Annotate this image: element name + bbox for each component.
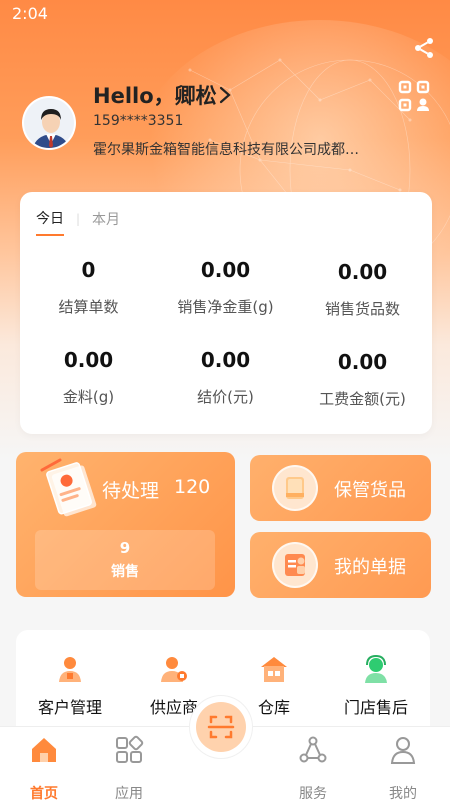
menu-label: 门店售后 (343, 698, 408, 717)
supplier-icon (161, 657, 187, 682)
status-time: 2:04 (12, 4, 48, 23)
user-greeting[interactable]: Hello，卿松 (93, 80, 217, 110)
stat-gold-material: 0.00 金料(g) (20, 348, 157, 407)
pending-title: 待处理 (102, 480, 160, 502)
after-sales-icon (365, 654, 387, 683)
warehouse-icon (261, 657, 287, 682)
custody-goods-button[interactable]: 保管货品 (250, 455, 431, 521)
pending-sales-count: 9 (119, 539, 131, 557)
stat-value: 0.00 (63, 348, 114, 372)
stat-label: 销售货品数 (324, 300, 400, 318)
my-documents-button[interactable]: 我的单据 (250, 532, 431, 598)
stat-label: 工费金额(元) (319, 390, 406, 408)
service-icon (299, 736, 327, 763)
stat-settlement-count: 0 结算单数 (20, 258, 157, 317)
stats-card: 今日 | 本月 0 结算单数 0.00 销售净金重(g) 0.00 销售货品数 … (20, 192, 432, 434)
document-icon (40, 458, 97, 517)
my-documents-icon (272, 542, 318, 588)
stat-label: 结算单数 (58, 298, 119, 316)
pending-count: 120 (174, 476, 211, 498)
custody-goods-icon (272, 465, 318, 511)
tab-label: 我的 (389, 786, 417, 800)
stat-sales-goods-count: 0.00 销售货品数 (294, 260, 431, 319)
stat-label: 金料(g) (62, 388, 115, 406)
stat-label: 结价(元) (197, 388, 254, 406)
user-phone: 159****3351 (93, 113, 184, 129)
stat-value: 0.00 (200, 258, 251, 282)
tab-service[interactable]: 服务 (278, 735, 348, 800)
stat-settlement-price: 0.00 结价(元) (157, 348, 294, 407)
tab-label: 首页 (30, 786, 58, 800)
stat-value: 0 (81, 258, 96, 282)
stat-sales-net-gold-weight: 0.00 销售净金重(g) (157, 258, 294, 317)
pending-sales-label: 销售 (111, 564, 139, 580)
tab-apps[interactable]: 应用 (94, 735, 164, 800)
company-name: 霍尔果斯金箱智能信息科技有限公司成都… (93, 142, 359, 158)
stat-value: 0.00 (337, 260, 388, 284)
stat-value: 0.00 (337, 350, 388, 374)
qr-code-icon[interactable] (398, 80, 430, 112)
stat-value: 0.00 (200, 348, 251, 372)
profile-icon (390, 737, 416, 764)
tab-home[interactable]: 首页 (9, 735, 79, 800)
apps-icon (116, 735, 144, 763)
chevron-right-icon[interactable] (216, 84, 234, 106)
customer-icon (59, 657, 81, 682)
scan-icon (207, 715, 235, 739)
share-icon[interactable] (412, 36, 436, 60)
stat-label: 销售净金重(g) (177, 298, 274, 316)
custody-goods-label: 保管货品 (334, 480, 406, 501)
stat-labor-fee: 0.00 工费金额(元) (294, 350, 431, 409)
tab-label: 服务 (299, 786, 327, 800)
menu-customer-management[interactable]: 客户管理 (18, 654, 122, 718)
home-icon (32, 738, 56, 762)
scan-button[interactable] (190, 696, 252, 758)
pending-card[interactable]: 待处理 120 9 销售 (16, 452, 235, 597)
tab-today[interactable]: 今日 (36, 208, 64, 236)
my-documents-label: 我的单据 (334, 557, 406, 578)
menu-store-after-sales[interactable]: 门店售后 (324, 654, 428, 718)
tab-this-month[interactable]: 本月 (92, 209, 120, 235)
tab-mine[interactable]: 我的 (368, 735, 438, 800)
tab-label: 应用 (115, 786, 143, 800)
pending-sales[interactable]: 9 销售 (35, 530, 215, 590)
menu-label: 客户管理 (37, 698, 102, 717)
avatar[interactable] (22, 96, 76, 150)
